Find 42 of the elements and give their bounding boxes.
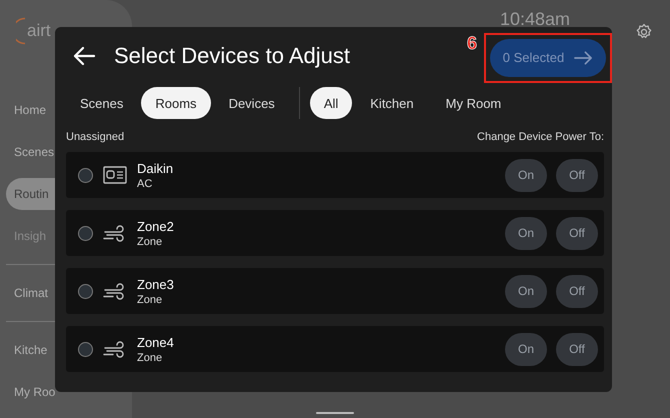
- section-label: Unassigned: [66, 131, 124, 143]
- device-row[interactable]: Zone2 Zone On Off: [66, 210, 604, 256]
- radio-button[interactable]: [78, 226, 93, 240]
- device-row[interactable]: Daikin AC On Off: [66, 152, 604, 198]
- on-button[interactable]: On: [505, 158, 547, 192]
- device-row[interactable]: Zone4 Zone On Off: [66, 326, 604, 372]
- device-name: Zone2: [137, 218, 175, 234]
- room-tab[interactable]: My Room: [432, 87, 516, 119]
- radio-button[interactable]: [78, 342, 93, 356]
- on-button[interactable]: On: [505, 274, 547, 308]
- power-label: Change Device Power To:: [477, 131, 604, 143]
- off-button[interactable]: Off: [556, 158, 598, 192]
- dialog-title: Select Devices to Adjust: [114, 43, 352, 69]
- back-arrow-icon[interactable]: [72, 46, 96, 66]
- off-button[interactable]: Off: [556, 216, 598, 250]
- home-indicator: [316, 412, 354, 414]
- radio-button[interactable]: [78, 284, 93, 298]
- filter-tab[interactable]: Devices: [214, 87, 289, 119]
- room-tab[interactable]: Kitchen: [356, 87, 428, 119]
- device-name: Zone3: [137, 276, 175, 292]
- clock: 10:48am: [500, 9, 570, 30]
- device-name: Zone4: [137, 334, 175, 350]
- device-type: AC: [137, 178, 154, 190]
- device-type: Zone: [137, 294, 164, 306]
- room-tab[interactable]: All: [310, 87, 352, 119]
- air-conditioner-icon: [103, 166, 127, 184]
- filter-tab[interactable]: Scenes: [66, 87, 138, 119]
- off-button[interactable]: Off: [556, 274, 598, 308]
- annotation-number: 6: [466, 33, 477, 54]
- logo-text: airt: [27, 21, 51, 41]
- arrow-icon: [574, 50, 594, 64]
- radio-button[interactable]: [78, 168, 93, 182]
- device-row[interactable]: Zone3 Zone On Off: [66, 268, 604, 314]
- device-type: Zone: [137, 236, 164, 248]
- logo-arc-icon: [16, 17, 26, 45]
- on-button[interactable]: On: [505, 216, 547, 250]
- device-name: Daikin: [137, 160, 174, 176]
- selected-count-button[interactable]: 0 Selected: [490, 38, 606, 76]
- off-button[interactable]: Off: [556, 332, 598, 366]
- on-button[interactable]: On: [505, 332, 547, 366]
- filter-tab[interactable]: Rooms: [141, 87, 211, 119]
- device-type: Zone: [137, 352, 164, 364]
